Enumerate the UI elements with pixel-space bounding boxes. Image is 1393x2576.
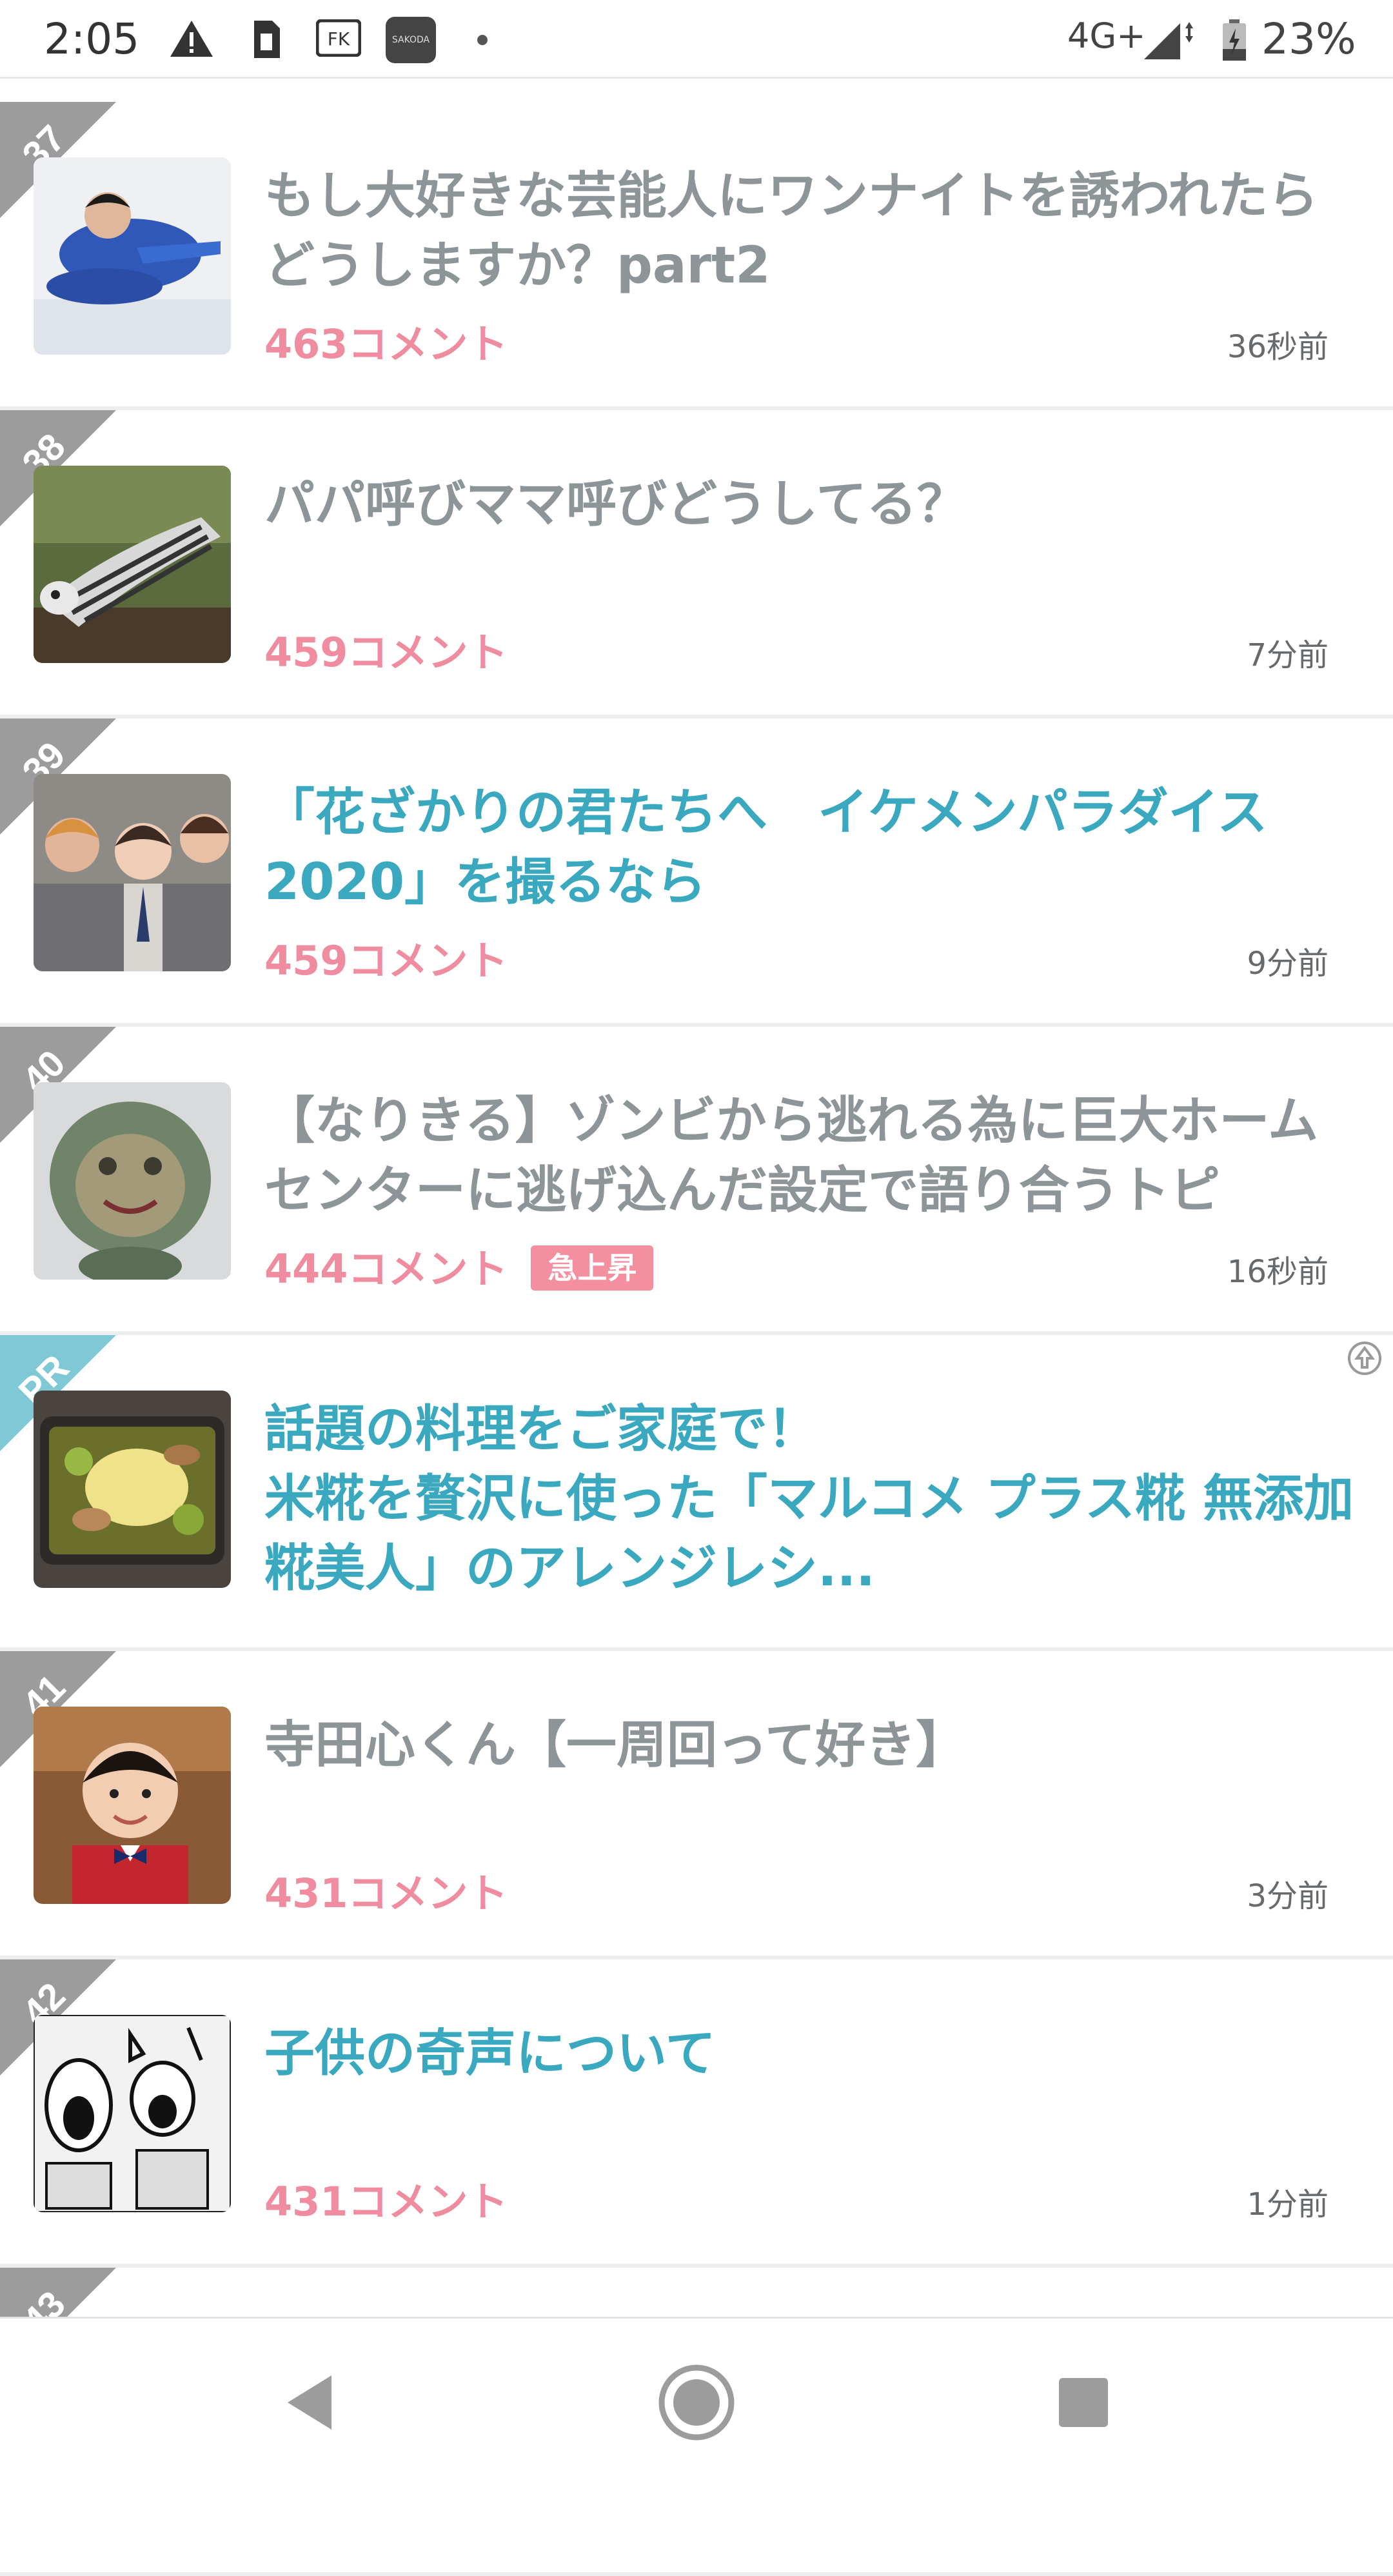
list-item[interactable]: 40 【なりきる】ゾンビから逃れる為に巨大ホーム センターに逃げ込んだ設定で語り… xyxy=(0,1027,1393,1335)
list-item[interactable]: 38 パパ呼びママ呼びどうしてる？ 459コメント 7分前 xyxy=(0,410,1393,718)
network-type: 4G+ xyxy=(1067,15,1146,56)
topic-title[interactable]: 寺田心くん【一周回って好き】 xyxy=(264,1710,1335,1780)
battery-icon xyxy=(1223,19,1246,61)
time-ago: 16秒前 xyxy=(1227,1254,1329,1290)
comment-count-text: 444コメント xyxy=(264,1245,508,1293)
time-ago: 1分前 xyxy=(1247,2186,1329,2223)
status-time: 2:05 xyxy=(44,14,140,64)
status-bar: 2:05 FK SAKODA 4G+ 23% xyxy=(0,0,1393,79)
notification-dot-icon xyxy=(477,35,488,45)
comment-count: 444コメント 急上昇 xyxy=(264,1236,654,1294)
comment-count: 463コメント xyxy=(264,321,508,368)
ad-choices-icon[interactable] xyxy=(1345,1339,1384,1378)
sim-card-icon xyxy=(254,21,280,58)
thumbnail-image xyxy=(34,1707,231,1904)
back-icon[interactable] xyxy=(258,2351,361,2454)
svg-text:FK: FK xyxy=(328,28,350,50)
time-ago: 3分前 xyxy=(1247,1878,1329,1914)
comment-count: 431コメント xyxy=(264,1870,508,1917)
fk-app-icon: FK xyxy=(316,19,361,57)
comment-count: 459コメント xyxy=(264,629,508,676)
time-ago: 9分前 xyxy=(1247,946,1329,982)
navigation-bar xyxy=(0,2317,1393,2479)
topic-title[interactable]: 【なりきる】ゾンビから逃れる為に巨大ホーム センターに逃げ込んだ設定で語り合うト… xyxy=(264,1086,1335,1225)
thumbnail-image xyxy=(34,2015,231,2212)
thumbnail-image xyxy=(34,1082,231,1280)
ad-title[interactable]: 話題の料理をご家庭で！ 米糀を贅沢に使った「マルコメ プラス糀 無添加 糀美人」… xyxy=(264,1394,1354,1603)
topic-title[interactable]: パパ呼びママ呼びどうしてる？ xyxy=(264,470,1335,539)
thumbnail-image xyxy=(34,774,231,971)
signal-icon xyxy=(1144,22,1193,59)
ad-item[interactable]: PR 話題の料理をご家庭で！ 米糀を贅沢に使った「マルコメ プラス糀 無添加 糀… xyxy=(0,1335,1393,1651)
comment-count: 459コメント xyxy=(264,937,508,984)
time-ago: 36秒前 xyxy=(1227,329,1329,365)
thumbnail-image xyxy=(34,466,231,663)
topic-title[interactable]: 「花ざかりの君たちへ イケメンパラダイス 2020」を撮るなら xyxy=(264,778,1335,917)
warning-icon xyxy=(170,21,213,57)
topic-title[interactable]: もし大好きな芸能人にワンナイトを誘われたら どうしますか？part2 xyxy=(264,161,1335,301)
thumbnail-image xyxy=(34,157,231,355)
list-item[interactable]: 37 もし大好きな芸能人にワンナイトを誘われたら どうしますか？part2 46… xyxy=(0,102,1393,410)
comment-count: 431コメント xyxy=(264,2178,508,2225)
thumbnail-image xyxy=(34,1391,231,1588)
list-item[interactable]: 42 子供の奇声について 431コメント 1分前 xyxy=(0,1959,1393,2268)
list-item[interactable]: 41 寺田心くん【一周回って好き】 431コメント 3分前 xyxy=(0,1651,1393,1959)
battery-percent: 23% xyxy=(1261,14,1356,64)
list-item[interactable]: 39 「花ざかりの君たちへ イケメンパラダイス 2020」を撮るなら 459コメ… xyxy=(0,718,1393,1027)
time-ago: 7分前 xyxy=(1247,637,1329,673)
topic-list: 37 もし大好きな芸能人にワンナイトを誘われたら どうしますか？part2 46… xyxy=(0,102,1393,2576)
trending-badge: 急上昇 xyxy=(531,1245,654,1291)
sakoda-app-icon: SAKODA xyxy=(386,17,436,63)
topic-title[interactable]: 子供の奇声について xyxy=(264,2019,1335,2088)
recents-icon[interactable] xyxy=(1032,2351,1135,2454)
home-icon[interactable] xyxy=(645,2351,748,2454)
